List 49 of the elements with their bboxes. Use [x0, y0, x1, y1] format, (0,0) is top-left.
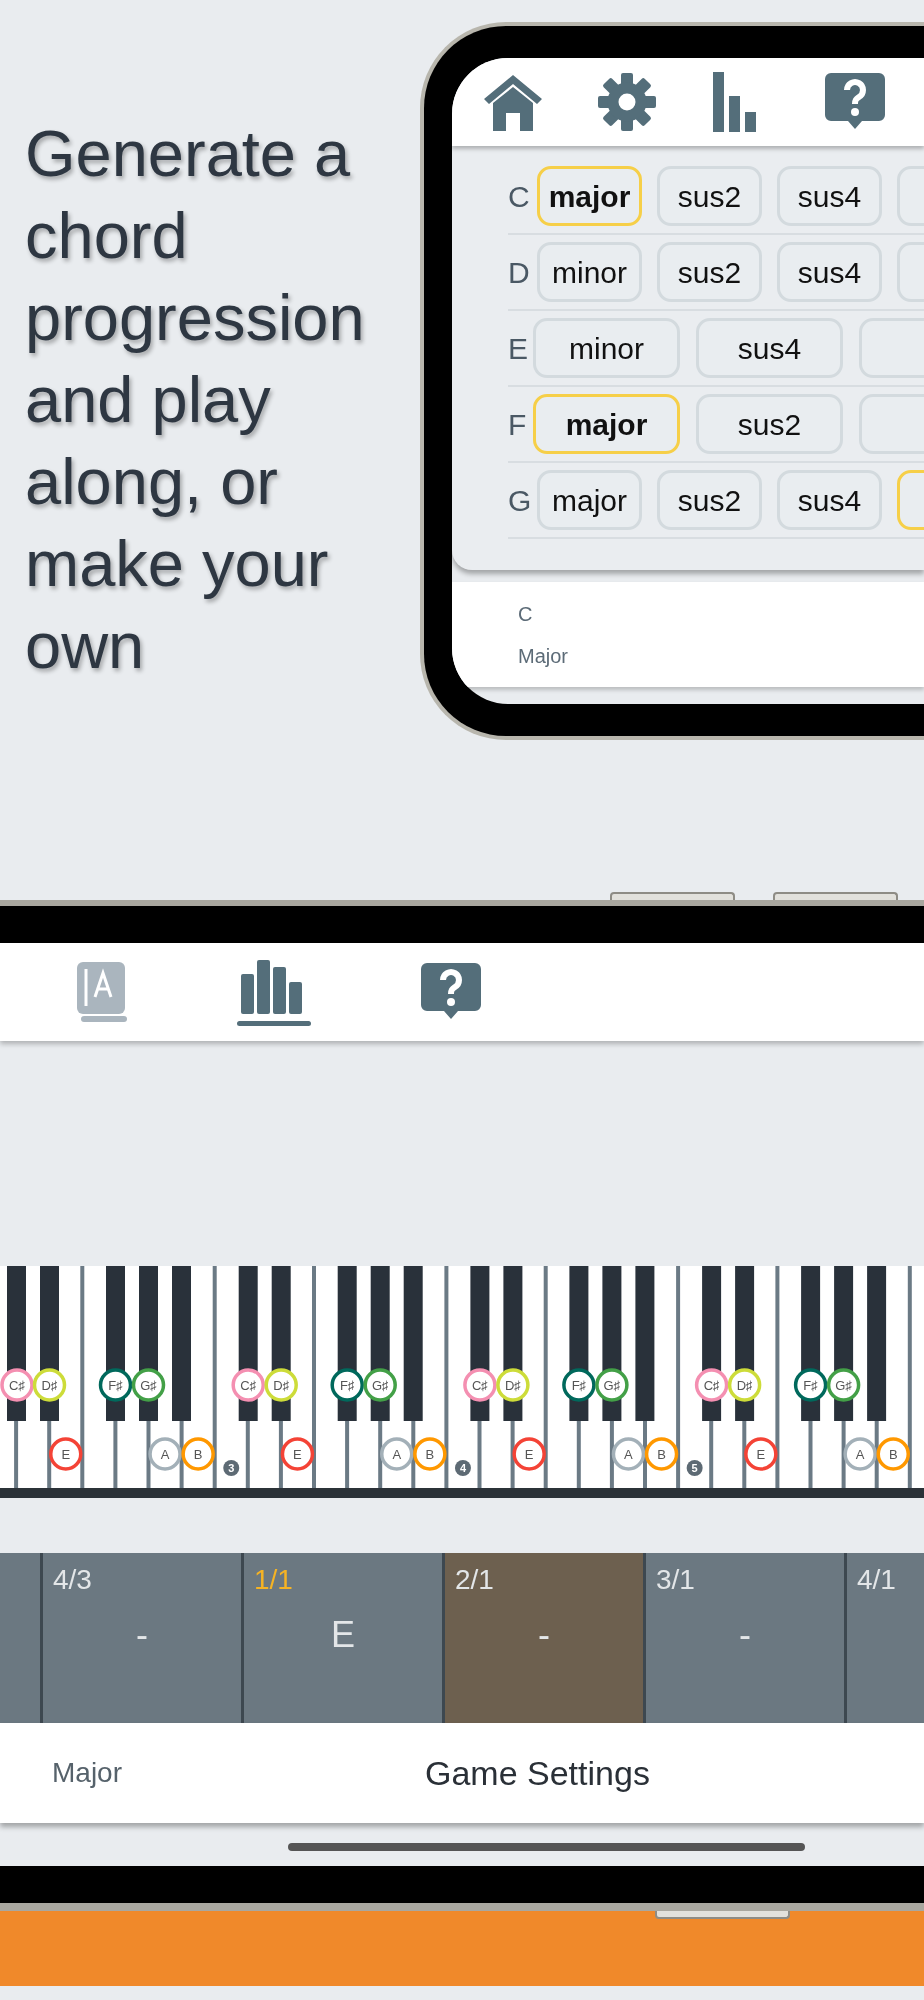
settings-icon[interactable] [597, 72, 657, 132]
chord-button[interactable]: sus2 [657, 470, 762, 530]
chord-button[interactable]: sus2 [657, 242, 762, 302]
note-marker: D♯ [727, 1368, 762, 1402]
chord-button[interactable]: sus4 [696, 318, 843, 378]
chord-root-label: D [508, 254, 531, 291]
note-marker: G♯ [131, 1368, 166, 1402]
chord-quality: Major [518, 645, 569, 666]
note-marker: B [644, 1437, 679, 1471]
bar-chart-icon[interactable] [237, 957, 311, 1027]
chord-root-label: C [508, 178, 531, 215]
note-marker: G♯ [826, 1368, 861, 1402]
chord-button[interactable]: sus2 [696, 394, 843, 454]
bar-number: 1/1 [254, 1565, 293, 1596]
chord-button[interactable]: minor [533, 318, 680, 378]
chord-button[interactable]: sus4 [777, 470, 882, 530]
bar-number: 4/1 [857, 1565, 896, 1596]
chord-button[interactable]: sus4 [777, 242, 882, 302]
sharp-key[interactable] [867, 1266, 887, 1421]
chord-root-label: E [508, 330, 529, 367]
octave-number: 4 [454, 1460, 471, 1476]
headline: Generate a chord progression and play along, or make your own [25, 116, 366, 684]
note-marker: D♯ [32, 1368, 67, 1402]
sharp-key[interactable] [635, 1266, 655, 1421]
octave-number: 3 [223, 1460, 240, 1476]
chord-name: - [538, 1612, 550, 1657]
chord-button[interactable]: major [537, 470, 642, 530]
chord-root-label: F [508, 406, 528, 443]
bar-number: 4/3 [53, 1565, 92, 1596]
help-icon[interactable] [825, 73, 885, 131]
game-settings-title[interactable]: Game Settings [425, 1747, 650, 1799]
chord-root: C [518, 603, 534, 624]
scale-label: Major [52, 1757, 122, 1788]
chord-button[interactable]: minor [537, 242, 642, 302]
chord-button[interactable]: major [537, 166, 642, 226]
chord-name: E [331, 1612, 355, 1657]
chord-root-label: G [508, 482, 533, 519]
chord-button[interactable]: sus4 [777, 166, 882, 226]
home-icon[interactable] [483, 73, 543, 131]
chord-button[interactable]: major [533, 394, 680, 454]
bar-number: 2/1 [455, 1565, 494, 1596]
octave-number: 5 [686, 1460, 703, 1476]
bar-cell[interactable]: 2/1 - [442, 1553, 643, 1723]
chord-name: - [739, 1612, 751, 1657]
note-marker: E [280, 1437, 315, 1471]
chord-button[interactable]: sus2 [657, 166, 762, 226]
bar-number: 3/1 [656, 1565, 695, 1596]
help-icon[interactable] [421, 963, 481, 1021]
chord-name: - [136, 1612, 148, 1657]
